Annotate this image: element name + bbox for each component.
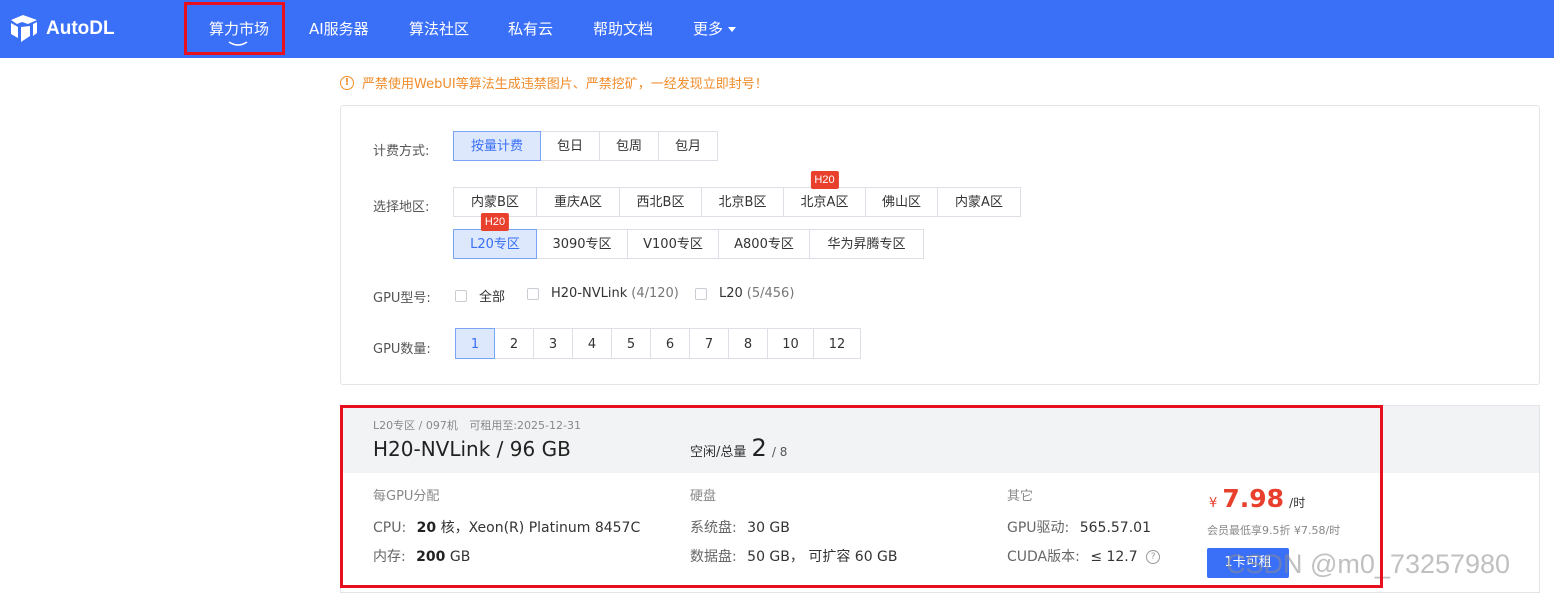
gpu-count-option[interactable]: 6 <box>650 328 690 359</box>
region-options-row1: 内蒙B区 重庆A区 西北B区 北京B区 北京A区 H20 佛山区 内蒙A区 <box>453 171 1021 217</box>
exclamation-circle-icon: ! <box>340 75 354 90</box>
checkbox-icon <box>527 287 539 300</box>
gpu-model-l20-checkbox[interactable]: L20 (5/456) <box>695 286 794 301</box>
gpu-model-name: H20-NVLink <box>551 286 628 301</box>
nav-label: 私有云 <box>508 20 554 38</box>
gpu-model-name: 全部 <box>479 290 506 305</box>
nav-algorithm-community[interactable]: 算法社区 <box>409 0 469 58</box>
autodl-logo[interactable]: AutoDL <box>8 14 115 44</box>
checkbox-icon <box>455 289 467 302</box>
billing-option-hourly[interactable]: 按量计费 <box>453 131 541 161</box>
caret-down-icon <box>728 27 737 32</box>
nav-private-cloud[interactable]: 私有云 <box>508 0 553 58</box>
region-label: 选择地区: <box>373 200 430 215</box>
region-option[interactable]: 内蒙A区 <box>937 187 1021 217</box>
region-option[interactable]: 3090专区 <box>536 229 628 259</box>
top-nav-bar: AutoDL 算力市场 AI服务器 算法社区 私有云 帮助文档 更多 <box>0 0 1554 58</box>
checkbox-icon <box>695 287 707 300</box>
gpu-count-option[interactable]: 1 <box>455 328 495 359</box>
region-option-beijing-a[interactable]: 北京A区 H20 <box>783 171 866 217</box>
highlight-box-machine-card <box>340 405 1383 588</box>
gpu-count-option[interactable]: 12 <box>813 328 861 359</box>
nav-ai-server[interactable]: AI服务器 <box>309 0 369 58</box>
region-option[interactable]: 西北B区 <box>619 187 702 217</box>
region-option-l20[interactable]: L20专区 H20 <box>453 213 537 259</box>
region-option[interactable]: A800专区 <box>718 229 810 259</box>
gpu-count-option[interactable]: 2 <box>494 328 534 359</box>
gpu-count-option[interactable]: 4 <box>572 328 612 359</box>
region-option-label: 北京A区 <box>800 195 849 210</box>
region-option[interactable]: 北京B区 <box>701 187 784 217</box>
region-option[interactable]: 重庆A区 <box>536 187 620 217</box>
nav-label: 算法社区 <box>409 20 470 38</box>
gpu-count-option[interactable]: 5 <box>611 328 651 359</box>
region-option[interactable]: 佛山区 <box>865 187 938 217</box>
billing-option-weekly[interactable]: 包周 <box>599 131 659 161</box>
region-options-row2: L20专区 H20 3090专区 V100专区 A800专区 华为昇腾专区 <box>453 213 924 259</box>
autodl-logo-icon <box>11 15 37 42</box>
nav-help-docs[interactable]: 帮助文档 <box>593 0 653 58</box>
gpu-model-all-checkbox[interactable]: 全部 <box>455 286 505 305</box>
nav-label: AI服务器 <box>309 20 369 38</box>
nav-label: 更多 <box>693 20 724 38</box>
filter-panel: 计费方式: 按量计费 包日 包周 包月 选择地区: 内蒙B区 重庆A区 西北B区… <box>340 105 1540 385</box>
gpu-count-option[interactable]: 7 <box>689 328 729 359</box>
warning-banner: ! 严禁使用WebUI等算法生成违禁图片、严禁挖矿，一经发现立即封号！ <box>340 73 768 92</box>
nav-more-dropdown[interactable]: 更多 <box>693 0 737 58</box>
gpu-count-label: GPU数量: <box>373 342 431 357</box>
region-option[interactable]: 华为昇腾专区 <box>809 229 924 259</box>
highlight-box-nav <box>184 2 285 55</box>
gpu-count-option[interactable]: 8 <box>728 328 768 359</box>
billing-option-monthly[interactable]: 包月 <box>658 131 718 161</box>
h20-badge: H20 <box>480 213 510 231</box>
gpu-count-option[interactable]: 3 <box>533 328 573 359</box>
logo-text: AutoDL <box>46 18 115 39</box>
gpu-count-options: 1 2 3 4 5 6 7 8 10 12 <box>455 328 861 359</box>
region-option[interactable]: V100专区 <box>627 229 719 259</box>
gpu-model-count: (4/120) <box>631 286 679 301</box>
billing-option-daily[interactable]: 包日 <box>540 131 600 161</box>
gpu-model-h20-checkbox[interactable]: H20-NVLink (4/120) <box>527 286 679 301</box>
gpu-model-name: L20 <box>719 286 743 301</box>
billing-options: 按量计费 包日 包周 包月 <box>453 131 718 161</box>
region-option-label: L20专区 <box>470 237 520 252</box>
warning-text: 严禁使用WebUI等算法生成违禁图片、严禁挖矿，一经发现立即封号！ <box>362 77 768 92</box>
h20-badge: H20 <box>810 171 839 189</box>
billing-label: 计费方式: <box>373 144 430 159</box>
nav-label: 帮助文档 <box>593 20 654 38</box>
gpu-count-option[interactable]: 10 <box>767 328 814 359</box>
gpu-model-count: (5/456) <box>746 286 795 301</box>
gpu-model-label: GPU型号: <box>373 291 431 306</box>
